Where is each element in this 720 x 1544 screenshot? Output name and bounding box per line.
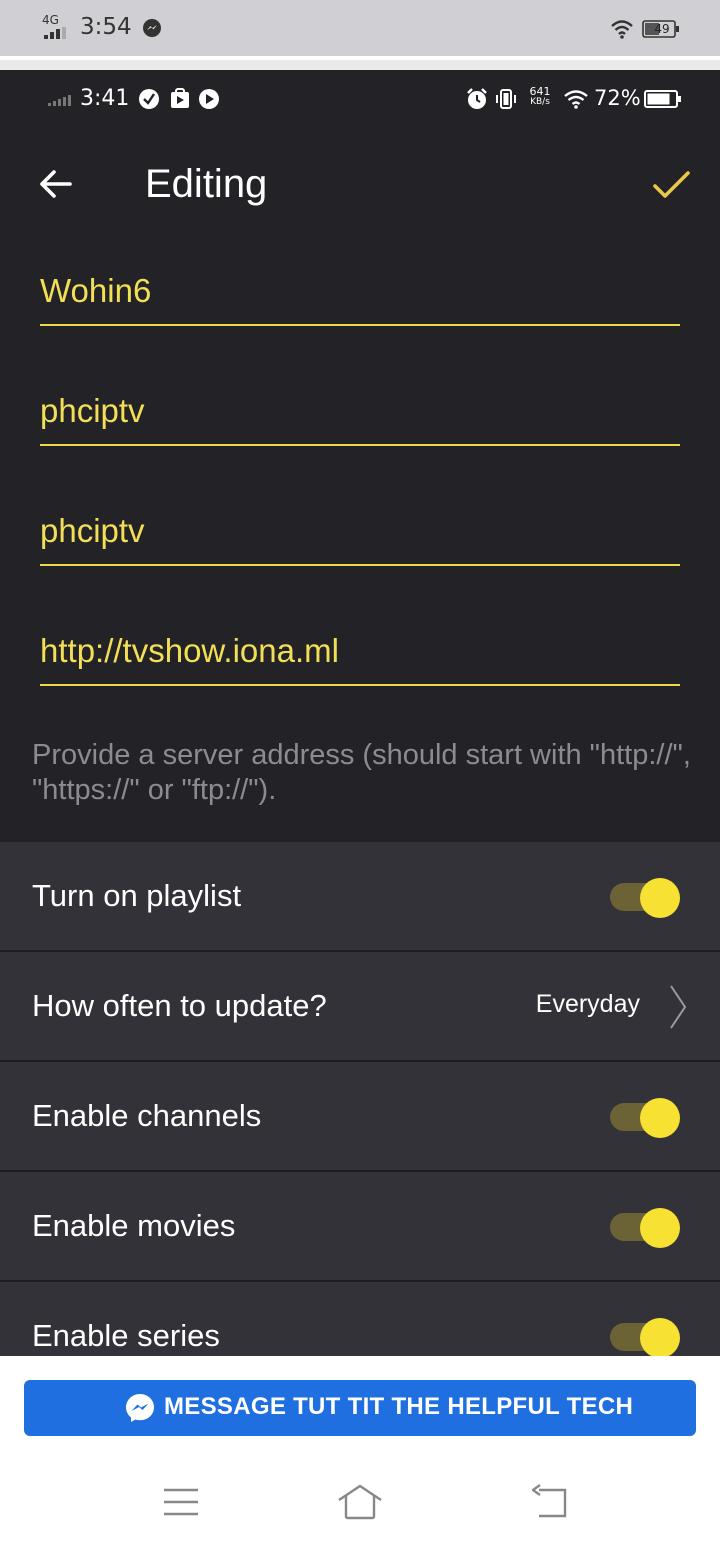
network-type: 4G: [42, 13, 59, 27]
arrow-left-icon[interactable]: [36, 164, 76, 204]
toggle-knob: [640, 1098, 680, 1138]
playlist-toggle[interactable]: [610, 878, 682, 918]
field-value: Wohin6: [40, 272, 152, 309]
message-button-label: MESSAGE TUT TIT THE HELPFUL TECH: [164, 1393, 634, 1420]
play-icon: [199, 89, 219, 109]
channels-toggle[interactable]: [610, 1098, 682, 1138]
inner-clock: 3:41: [80, 86, 130, 111]
server-hint-text: Provide a server address (should start w…: [32, 739, 691, 806]
check-circle-icon: [139, 89, 159, 109]
setting-update-frequency[interactable]: How often to update? Everyday: [0, 952, 720, 1062]
page-title: Editing: [145, 162, 268, 206]
speed-unit: KB/s: [530, 97, 550, 107]
messenger-icon: [126, 1394, 154, 1422]
outer-battery-level: 49: [654, 22, 670, 36]
setting-label: Enable channels: [32, 1098, 262, 1133]
play-store-icon: [171, 88, 189, 108]
setting-value: Everyday: [535, 990, 640, 1018]
toggle-knob: [640, 1208, 680, 1248]
setting-enable-channels[interactable]: Enable channels: [0, 1062, 720, 1172]
inner-status-bar: 3:41 641 KB/s 72%: [0, 70, 720, 126]
wifi-icon: [611, 20, 633, 39]
wifi-icon: [564, 90, 588, 109]
outer-clock: 3:54: [80, 14, 132, 40]
setting-enable-movies[interactable]: Enable movies: [0, 1172, 720, 1282]
setting-label: Enable series: [32, 1318, 220, 1353]
vibrate-icon: [496, 89, 516, 109]
movies-toggle[interactable]: [610, 1208, 682, 1248]
signal-icon: [44, 27, 66, 39]
menu-icon[interactable]: [158, 1482, 204, 1522]
password-field[interactable]: phciptv: [40, 506, 680, 566]
app-toolbar: Editing: [0, 140, 720, 230]
divider: [0, 60, 720, 70]
setting-enable-series[interactable]: Enable series: [0, 1282, 720, 1356]
speed-value: 641: [529, 85, 551, 98]
toggle-knob: [640, 1318, 680, 1356]
checkmark-icon[interactable]: [650, 164, 692, 206]
network-speed: 641 KB/s: [525, 86, 555, 108]
series-toggle[interactable]: [610, 1318, 682, 1356]
battery-percent: 72%: [594, 86, 641, 110]
setting-turn-on-playlist[interactable]: Turn on playlist: [0, 842, 720, 952]
settings-list: Turn on playlist How often to update? Ev…: [0, 842, 720, 1356]
outer-status-bar: 4G 3:54 49: [0, 0, 720, 56]
field-value: phciptv: [40, 392, 145, 429]
app-screen: 3:41 641 KB/s 72% Editing Wohin6 phciptv…: [0, 70, 720, 1356]
bottom-bar: MESSAGE TUT TIT THE HELPFUL TECH: [0, 1356, 720, 1544]
alarm-icon: [467, 88, 487, 109]
setting-label: How often to update?: [32, 988, 327, 1023]
username-field[interactable]: phciptv: [40, 386, 680, 446]
setting-label: Enable movies: [32, 1208, 236, 1243]
toggle-knob: [640, 878, 680, 918]
message-button[interactable]: MESSAGE TUT TIT THE HELPFUL TECH: [24, 1380, 696, 1436]
setting-label: Turn on playlist: [32, 878, 242, 913]
back-icon[interactable]: [527, 1482, 573, 1522]
playlist-name-field[interactable]: Wohin6: [40, 266, 680, 326]
home-icon[interactable]: [337, 1482, 383, 1522]
messenger-icon: [143, 19, 161, 37]
chevron-right-icon: [670, 985, 687, 1029]
battery-icon: [644, 90, 681, 108]
field-value: http://tvshow.iona.ml: [40, 632, 339, 669]
field-value: phciptv: [40, 512, 145, 549]
server-address-field[interactable]: http://tvshow.iona.ml: [40, 626, 680, 686]
signal-icon: [48, 95, 71, 106]
